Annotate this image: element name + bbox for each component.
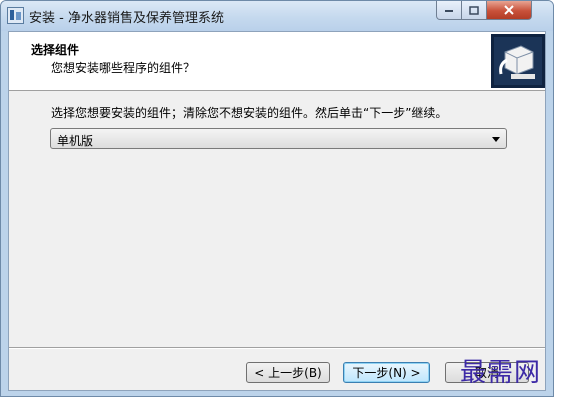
component-select-value: 单机版	[57, 134, 94, 148]
window-title: 安装 - 净水器销售及保养管理系统	[29, 11, 224, 26]
page-title: 选择组件	[31, 43, 80, 57]
setup-logo-icon	[491, 34, 545, 88]
button-separator	[9, 347, 545, 349]
chevron-down-icon	[492, 137, 500, 142]
minimize-button[interactable]	[436, 1, 462, 20]
installer-icon	[7, 7, 24, 24]
dialog-client-area: 选择组件 您想安装哪些程序的组件？ 选择您想要安装的组件；清除您不想安装的组件。…	[8, 31, 546, 391]
close-icon	[504, 5, 514, 15]
next-button[interactable]: 下一步(N) >	[343, 362, 430, 383]
component-select[interactable]: 单机版	[50, 128, 507, 149]
instruction-text: 选择您想要安装的组件；清除您不想安装的组件。然后单击“下一步”继续。	[51, 106, 448, 120]
page-subtitle: 您想安装哪些程序的组件？	[51, 61, 196, 75]
close-button[interactable]	[487, 1, 532, 20]
back-button[interactable]: < 上一步(B)	[246, 362, 330, 383]
installer-window: 安装 - 净水器销售及保养管理系统 选择组件 您想安装哪些程序的组件？ 选择您想…	[0, 0, 554, 397]
maximize-button[interactable]	[462, 1, 487, 20]
title-bar[interactable]: 安装 - 净水器销售及保养管理系统	[1, 1, 553, 31]
wizard-header: 选择组件 您想安装哪些程序的组件？	[9, 32, 545, 91]
site-watermark: 最需网	[460, 358, 542, 388]
maximize-icon	[469, 5, 479, 15]
minimize-icon	[445, 10, 453, 12]
